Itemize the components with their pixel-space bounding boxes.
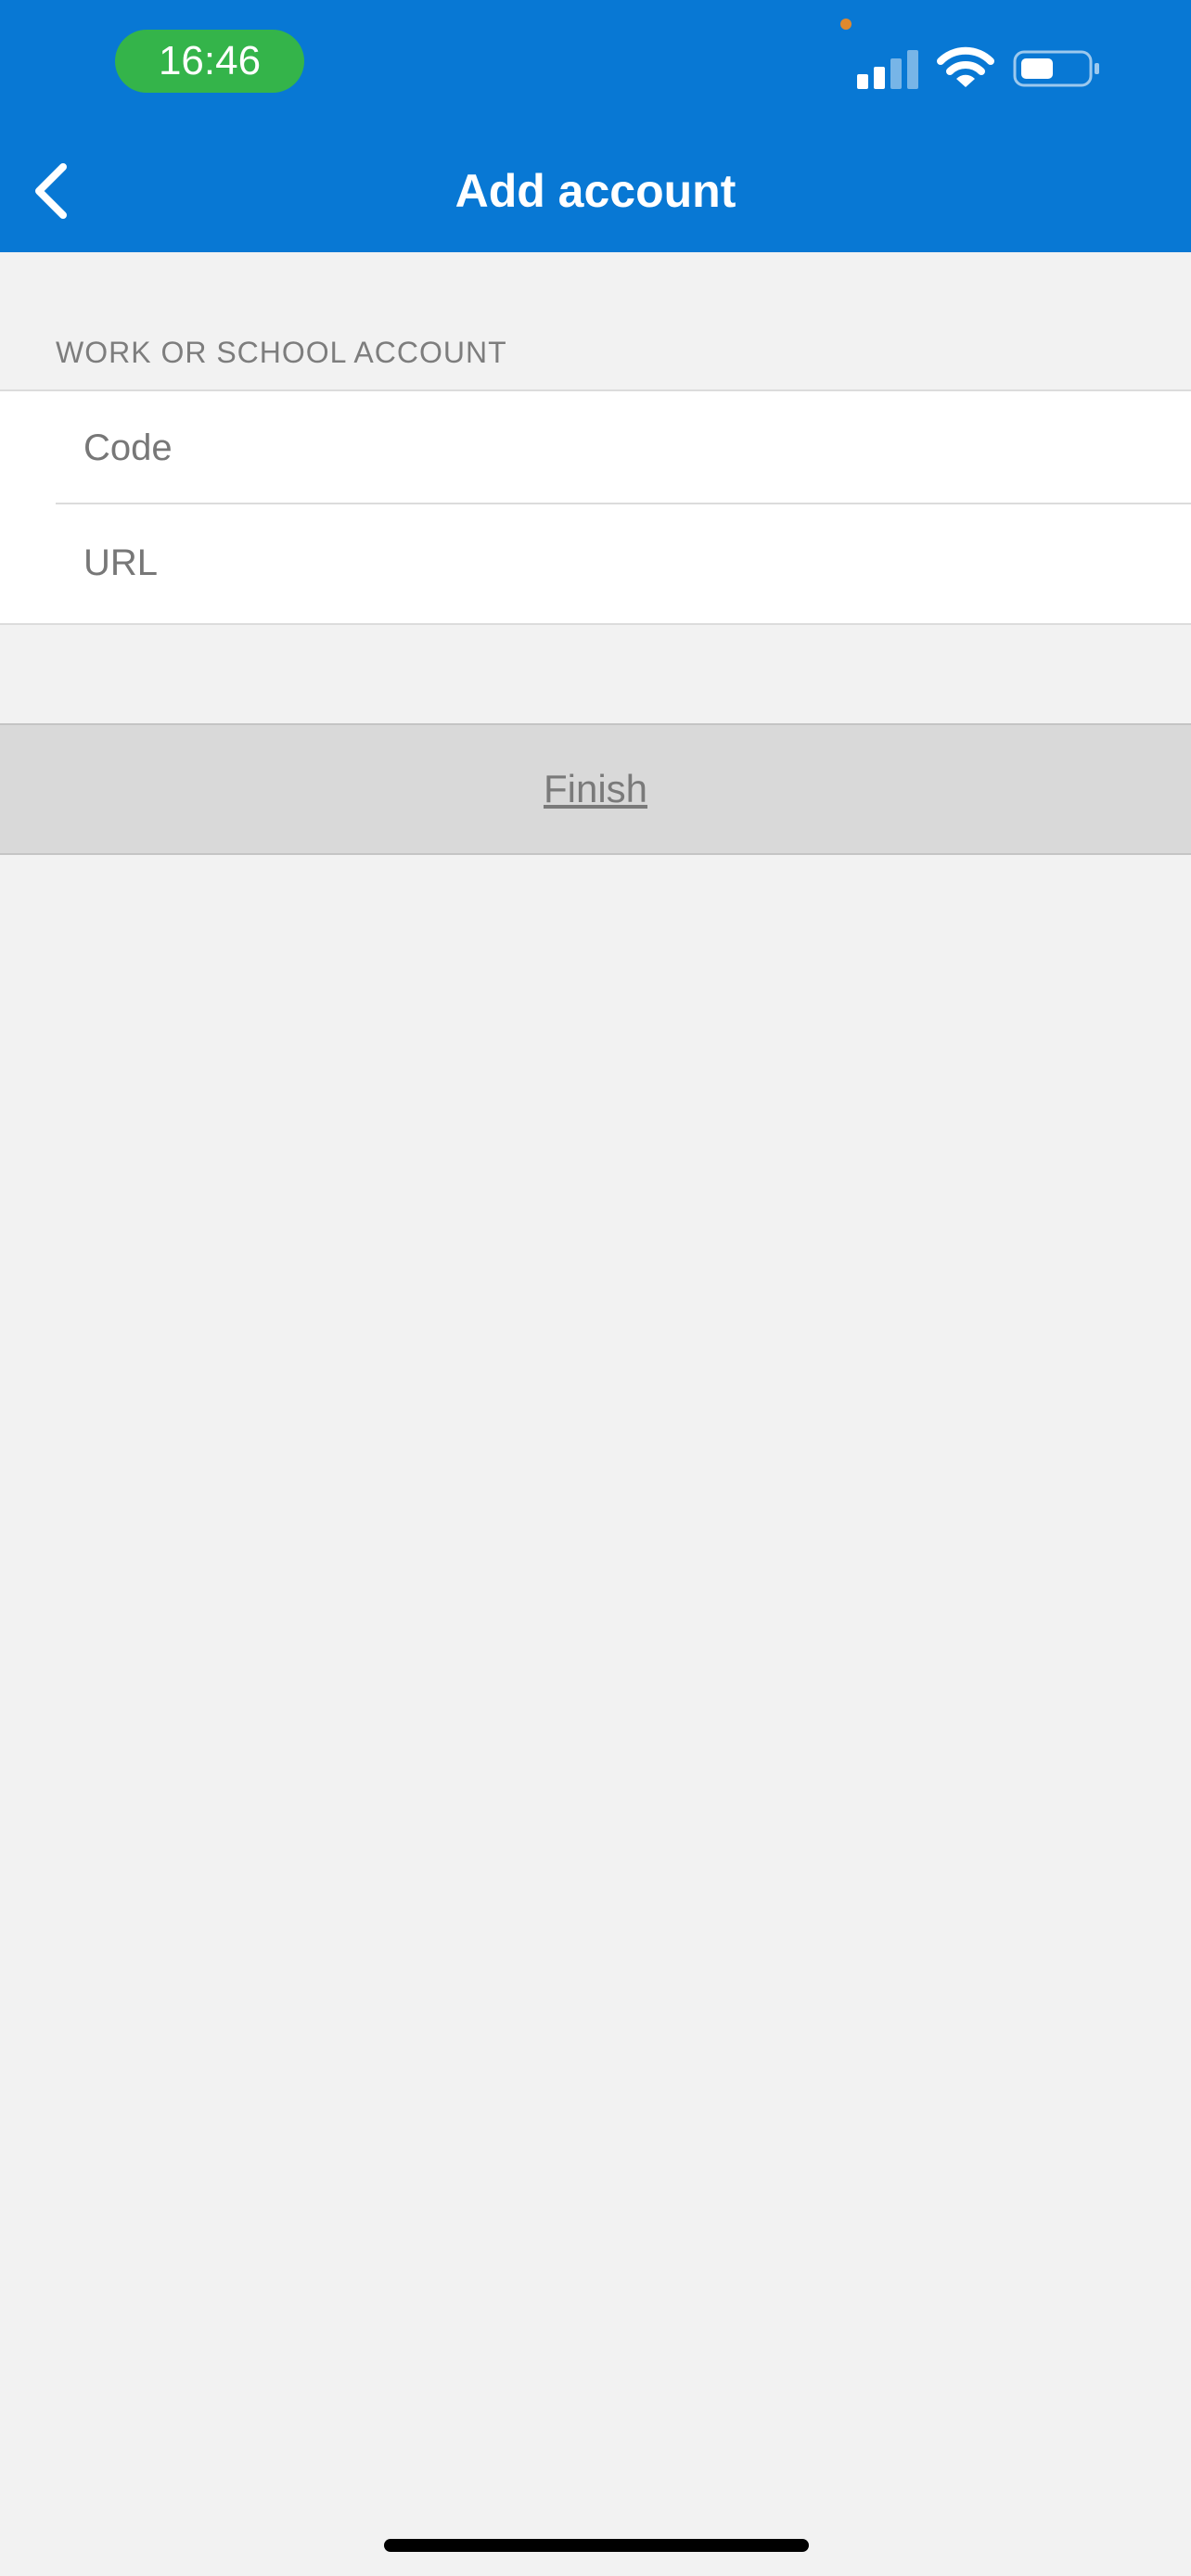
code-input[interactable] xyxy=(83,427,1104,469)
section-header: WORK OR SCHOOL ACCOUNT xyxy=(56,336,507,369)
status-time: 16:46 xyxy=(115,30,304,93)
wifi-icon xyxy=(937,46,994,87)
home-indicator[interactable] xyxy=(384,2539,809,2552)
code-field-row xyxy=(56,391,1191,504)
url-input[interactable] xyxy=(83,542,1104,584)
page-title: Add account xyxy=(455,165,736,217)
account-form xyxy=(0,389,1191,625)
finish-button[interactable]: Finish xyxy=(0,723,1191,855)
camera-indicator-icon xyxy=(840,19,852,30)
app-header: 16:46 Add account xyxy=(0,0,1191,252)
url-field-row xyxy=(56,506,1191,619)
signal-icon xyxy=(857,50,918,89)
battery-icon xyxy=(1013,50,1099,87)
